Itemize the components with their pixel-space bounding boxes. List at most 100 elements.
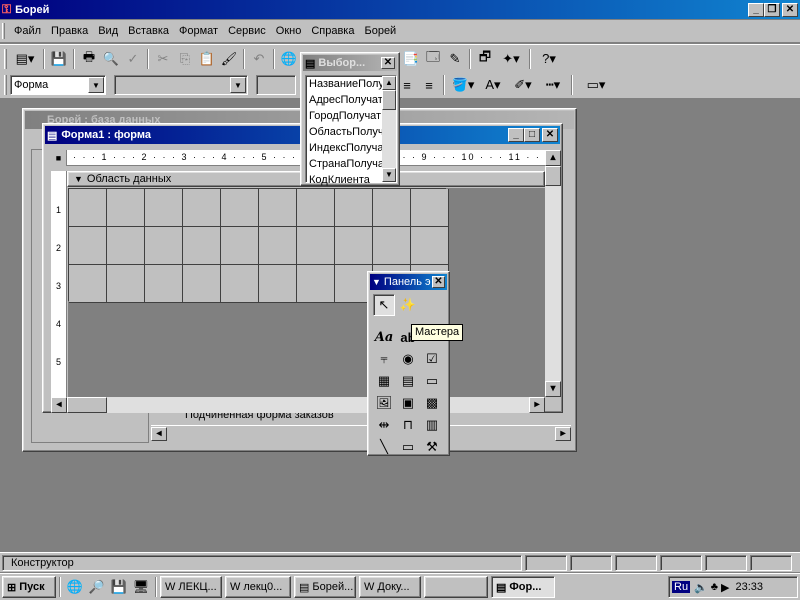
font-color-icon[interactable]: A▾: [478, 74, 508, 96]
taskbar-item-borey[interactable]: ▤ Борей...: [294, 576, 356, 598]
menu-file[interactable]: Файл: [9, 22, 46, 40]
quicklaunch-desktop-icon[interactable]: 🖥: [130, 577, 152, 597]
quicklaunch-ie-icon[interactable]: 🌐: [64, 577, 86, 597]
format-painter-icon[interactable]: 🖌: [218, 48, 240, 70]
form-close-button[interactable]: ✕: [542, 128, 558, 142]
field-list-item[interactable]: ИндексПолуча: [306, 140, 382, 156]
menu-bar: Файл Правка Вид Вставка Формат Сервис Ок…: [0, 20, 800, 42]
listbox-icon[interactable]: ▤: [397, 370, 419, 392]
control-wizards-icon[interactable]: ✨: [397, 294, 419, 316]
chevron-down-icon[interactable]: ▼: [230, 77, 246, 93]
bound-object-icon[interactable]: ▩: [421, 392, 443, 414]
bg-hscrollbar[interactable]: ◂ ▸: [151, 425, 571, 443]
minimize-button[interactable]: _: [748, 2, 764, 17]
chevron-down-icon[interactable]: ▼: [88, 77, 104, 93]
rectangle-tool-icon[interactable]: ▭: [397, 436, 419, 458]
clock: 23:33: [735, 581, 763, 593]
spelling-icon[interactable]: ✓: [122, 48, 144, 70]
menu-edit[interactable]: Правка: [46, 22, 93, 40]
form-design-canvas[interactable]: [68, 188, 545, 397]
fill-color-icon[interactable]: 🪣▾: [448, 74, 478, 96]
subform-icon[interactable]: ▥: [421, 414, 443, 436]
checkbox-icon[interactable]: ☑: [421, 348, 443, 370]
undo-icon[interactable]: ↶: [248, 48, 270, 70]
form-minimize-button[interactable]: _: [508, 128, 524, 142]
menu-view[interactable]: Вид: [93, 22, 123, 40]
option-button-icon[interactable]: ◉: [397, 348, 419, 370]
form-hscrollbar[interactable]: ◂ ▸: [51, 397, 545, 413]
taskbar-item-lecture2[interactable]: Wлекц0...: [225, 576, 291, 598]
new-object-icon[interactable]: ✦▾: [496, 48, 526, 70]
database-window-icon[interactable]: 🗗: [474, 48, 496, 70]
status-bar: Конструктор: [0, 552, 800, 572]
select-objects-icon[interactable]: ↖: [373, 294, 395, 316]
field-list-close-button[interactable]: ✕: [381, 57, 395, 69]
properties-icon[interactable]: 🗔: [422, 48, 444, 70]
field-list-item[interactable]: НазваниеПолуч: [306, 76, 382, 92]
menu-borey[interactable]: Борей: [359, 22, 401, 40]
tray-app2-icon[interactable]: ▶: [721, 581, 729, 594]
copy-icon[interactable]: ⎘: [174, 48, 196, 70]
size-combo[interactable]: [256, 75, 296, 95]
close-button[interactable]: ✕: [782, 2, 798, 17]
field-list-item[interactable]: ГородПолучат: [306, 108, 382, 124]
label-tool-icon[interactable]: Aa: [373, 326, 395, 348]
cut-icon[interactable]: ✂: [152, 48, 174, 70]
taskbar-item-form[interactable]: ▤ Фор...: [491, 576, 555, 598]
form-maximize-button[interactable]: □: [524, 128, 540, 142]
taskbar-item-lecture1[interactable]: W ЛЕКЦ...: [160, 576, 222, 598]
combobox-icon[interactable]: ▦: [373, 370, 395, 392]
language-indicator[interactable]: Ru: [672, 581, 691, 593]
unbound-object-icon[interactable]: ▣: [397, 392, 419, 414]
field-list-item[interactable]: АдресПолучат: [306, 92, 382, 108]
quicklaunch-explorer-icon[interactable]: 🔎: [86, 577, 108, 597]
line-width-icon[interactable]: ┅▾: [538, 74, 568, 96]
start-button[interactable]: ⊞ Пуск: [2, 576, 56, 598]
font-combo[interactable]: ▼: [114, 75, 248, 95]
option-group-icon[interactable]: ⫧: [373, 348, 395, 370]
hyperlink-icon[interactable]: 🌐: [278, 48, 300, 70]
field-list-titlebar: ▤ Выбор... ✕: [303, 55, 397, 71]
form-vscrollbar[interactable]: ▴ ▾: [545, 150, 561, 397]
volume-icon[interactable]: 🔈: [694, 581, 708, 594]
image-icon[interactable]: 🖼: [373, 392, 395, 414]
help-icon[interactable]: ?▾: [534, 48, 564, 70]
field-list-item[interactable]: КодКлиента: [306, 172, 382, 188]
toolbox-menu-icon[interactable]: ▼: [372, 277, 381, 287]
field-list-item[interactable]: ОбластьПолуч: [306, 124, 382, 140]
taskbar-item-blank[interactable]: [424, 576, 488, 598]
menu-insert[interactable]: Вставка: [123, 22, 174, 40]
builder-icon[interactable]: ✎: [444, 48, 466, 70]
tray-app-icon[interactable]: ♣: [711, 581, 718, 593]
taskbar-item-document[interactable]: W Доку...: [359, 576, 421, 598]
paste-icon[interactable]: 📋: [196, 48, 218, 70]
menu-tools[interactable]: Сервис: [223, 22, 271, 40]
form-selector[interactable]: ■: [51, 150, 67, 166]
object-combo[interactable]: Форма ▼: [10, 75, 106, 95]
view-icon[interactable]: ▤▾: [10, 48, 40, 70]
menu-help[interactable]: Справка: [306, 22, 359, 40]
print-icon[interactable]: 🖶: [78, 48, 100, 70]
line-color-icon[interactable]: ✐▾: [508, 74, 538, 96]
menu-window[interactable]: Окно: [271, 22, 307, 40]
more-controls-icon[interactable]: ⚒: [421, 436, 443, 458]
menu-format[interactable]: Формат: [174, 22, 223, 40]
word-icon: W: [230, 581, 241, 593]
toolbox-close-button[interactable]: ✕: [432, 276, 445, 288]
windows-logo-icon: ⊞: [7, 581, 17, 594]
restore-button[interactable]: ❐: [764, 2, 780, 17]
standard-toolbar: ▤▾ 💾 🖶 🔍 ✓ ✂ ⎘ 📋 🖌 ↶ 🌐 📑 🗔 ✎ 🗗 ✦▾ ?▾: [0, 44, 800, 72]
field-list-scrollbar[interactable]: ▲ ▼: [382, 76, 396, 182]
align-right-icon[interactable]: ≡: [418, 74, 440, 96]
quicklaunch-save-icon[interactable]: 💾: [108, 577, 130, 597]
field-list-icon[interactable]: 📑: [400, 48, 422, 70]
save-icon[interactable]: 💾: [48, 48, 70, 70]
line-tool-icon[interactable]: ╲: [373, 436, 395, 458]
print-preview-icon[interactable]: 🔍: [100, 48, 122, 70]
page-break-icon[interactable]: ⇹: [373, 414, 395, 436]
special-effect-icon[interactable]: ▭▾: [576, 74, 616, 96]
section-arrow-icon: ▼: [74, 174, 83, 184]
field-list-item[interactable]: СтранаПолуча: [306, 156, 382, 172]
tab-control-icon[interactable]: ⊓: [397, 414, 419, 436]
command-button-icon[interactable]: ▭: [421, 370, 443, 392]
